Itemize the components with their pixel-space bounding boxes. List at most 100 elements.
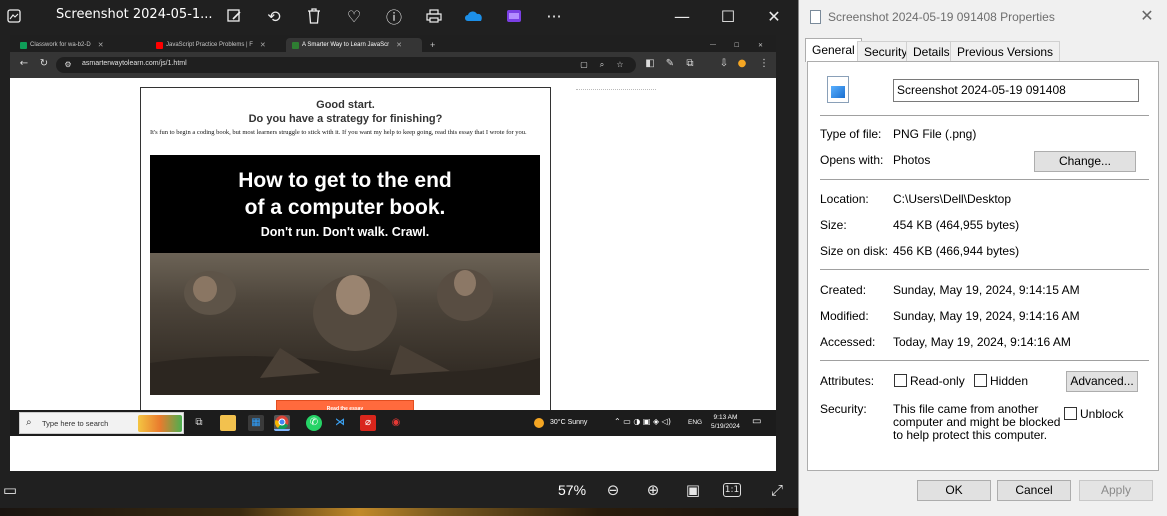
acrobat-icon[interactable]: ⌀ xyxy=(360,415,376,431)
close-icon[interactable]: ✕ xyxy=(762,4,786,28)
location-label: Location: xyxy=(820,192,869,206)
promo-card: Good start. Do you have a strategy for f… xyxy=(140,87,551,425)
tray-icons[interactable]: ⌃ ▭ ◑ ▣ ◈ ◁) xyxy=(614,417,671,426)
divider xyxy=(576,89,656,90)
more-icon[interactable]: ··· xyxy=(542,4,566,28)
actual-size-icon[interactable]: 1:1 xyxy=(723,483,741,497)
avatar[interactable]: ● xyxy=(736,58,748,70)
search-icon: ⌕ xyxy=(26,417,32,428)
cast-icon[interactable]: ▢ xyxy=(578,59,590,71)
close-icon[interactable]: ✕ xyxy=(260,41,266,49)
browser-tab-active[interactable]: A Smarter Way to Learn JavaScr ✕ xyxy=(286,38,422,52)
edit-icon[interactable] xyxy=(222,4,246,28)
vscode-icon[interactable]: ⋊ xyxy=(332,415,348,431)
puzzle-icon[interactable]: ⧉ xyxy=(684,58,696,70)
cancel-button[interactable]: Cancel xyxy=(997,480,1071,501)
tab-label: A Smarter Way to Learn JavaScr xyxy=(302,42,390,48)
star-icon[interactable]: ☆ xyxy=(614,59,626,71)
site-info-icon[interactable]: ⚙ xyxy=(62,59,74,71)
fit-icon[interactable]: ▣ xyxy=(683,481,703,499)
reload-icon[interactable]: ↻ xyxy=(38,58,50,70)
close-icon[interactable]: ✕ xyxy=(752,38,763,52)
language-indicator[interactable]: ENG xyxy=(688,419,702,426)
heart-icon[interactable]: ♡ xyxy=(342,4,366,28)
change-button[interactable]: Change... xyxy=(1034,151,1136,172)
store-icon[interactable]: ▦ xyxy=(248,415,264,431)
maximize-icon[interactable]: ☐ xyxy=(716,4,740,28)
clipchamp-icon[interactable] xyxy=(502,4,526,28)
pen-icon[interactable]: ✎ xyxy=(664,58,676,70)
general-panel: Screenshot 2024-05-19 091408 Type of fil… xyxy=(807,61,1159,471)
hidden-checkbox[interactable] xyxy=(974,374,987,387)
taskbar-clock[interactable]: 9:13 AM 5/19/2024 xyxy=(711,413,740,431)
advanced-button[interactable]: Advanced... xyxy=(1066,371,1138,392)
banner-title-line2: of a computer book. xyxy=(244,196,446,219)
created-value: Sunday, May 19, 2024, 9:14:15 AM xyxy=(893,283,1080,297)
cloud-icon[interactable] xyxy=(462,4,486,28)
tab-general[interactable]: General xyxy=(805,38,862,62)
chrome-icon[interactable] xyxy=(274,415,290,431)
created-label: Created: xyxy=(820,283,867,297)
size-value: 454 KB (464,955 bytes) xyxy=(893,218,1020,232)
zoom-out-icon[interactable]: ⊖ xyxy=(603,481,623,499)
address-bar[interactable]: ⚙ asmarterwaytolearn.com/js/1.html ▢ ⌕ ☆ xyxy=(56,57,636,73)
file-explorer-icon[interactable] xyxy=(220,415,236,431)
file-name-field[interactable]: Screenshot 2024-05-19 091408 xyxy=(893,79,1139,102)
zoom-icon[interactable]: ⌕ xyxy=(596,59,608,71)
ok-button[interactable]: OK xyxy=(917,480,991,501)
weather-text[interactable]: 30°C Sunny xyxy=(550,419,587,426)
opens-with-value: Photos xyxy=(893,153,931,167)
file-icon xyxy=(810,10,821,24)
unblock-label[interactable]: Unblock xyxy=(1080,407,1123,421)
browser-tab[interactable]: JavaScript Practice Problems | F ✕ xyxy=(150,38,282,52)
banner-title-line1: How to get to the end xyxy=(238,169,452,192)
tab-label: JavaScript Practice Problems | F xyxy=(166,42,253,48)
fullscreen-icon[interactable]: ⤢ xyxy=(767,481,787,499)
tab-previous-versions[interactable]: Previous Versions xyxy=(950,41,1061,61)
opens-with-label: Opens with: xyxy=(820,153,884,167)
menu-icon[interactable]: ⋮ xyxy=(758,58,770,70)
dialog-title: Screenshot 2024-05-19 091408 Properties xyxy=(828,10,1055,24)
readonly-label[interactable]: Read-only xyxy=(910,374,965,388)
divider xyxy=(820,115,1149,116)
readonly-checkbox[interactable] xyxy=(894,374,907,387)
browser-tab[interactable]: Classwork for wa-b2-D ✕ xyxy=(14,38,146,52)
clock-time: 9:13 AM xyxy=(713,414,738,421)
delete-icon[interactable] xyxy=(302,4,326,28)
extension-icon[interactable]: ◧ xyxy=(644,58,656,70)
gallery-icon[interactable] xyxy=(2,4,26,28)
close-icon[interactable]: ✕ xyxy=(1137,6,1157,26)
classroom-icon xyxy=(20,41,27,49)
modified-label: Modified: xyxy=(820,309,869,323)
task-view-icon[interactable]: ⧉ xyxy=(191,415,207,431)
info-icon[interactable]: ⓘ xyxy=(382,4,406,28)
close-icon[interactable]: ✕ xyxy=(396,41,402,49)
notification-icon[interactable]: ▭ xyxy=(752,416,761,427)
divider xyxy=(820,269,1149,270)
url-text: asmarterwaytolearn.com/js/1.html xyxy=(82,60,187,67)
rotate-icon[interactable]: ⟲ xyxy=(262,4,286,28)
close-icon[interactable]: ✕ xyxy=(98,41,104,49)
maximize-icon[interactable]: ☐ xyxy=(728,38,739,52)
zoom-level: 57% xyxy=(558,482,587,498)
print-icon[interactable] xyxy=(422,4,446,28)
minimize-icon[interactable]: — xyxy=(704,38,716,52)
whatsapp-icon[interactable]: ✆ xyxy=(306,415,322,431)
taskbar-search-box[interactable]: ⌕ Type here to search xyxy=(19,412,184,434)
downloads-icon[interactable]: ⇩ xyxy=(718,58,730,70)
security-message: This file came from another computer and… xyxy=(893,402,1061,442)
hidden-label[interactable]: Hidden xyxy=(990,374,1028,388)
record-icon[interactable]: ◉ xyxy=(388,415,404,431)
filmstrip-icon[interactable]: ▭ xyxy=(0,481,20,499)
card-subheading: Do you have a strategy for finishing? xyxy=(248,113,443,125)
divider xyxy=(820,179,1149,180)
back-icon[interactable]: ← xyxy=(18,58,30,70)
unblock-checkbox[interactable] xyxy=(1064,407,1077,420)
youtube-icon xyxy=(156,41,163,49)
apply-button[interactable]: Apply xyxy=(1079,480,1153,501)
png-file-icon xyxy=(827,76,849,103)
search-highlight-icon xyxy=(138,415,182,432)
zoom-in-icon[interactable]: ⊕ xyxy=(643,481,663,499)
new-tab-button[interactable]: + xyxy=(424,38,435,52)
minimize-icon[interactable]: — xyxy=(670,4,694,28)
